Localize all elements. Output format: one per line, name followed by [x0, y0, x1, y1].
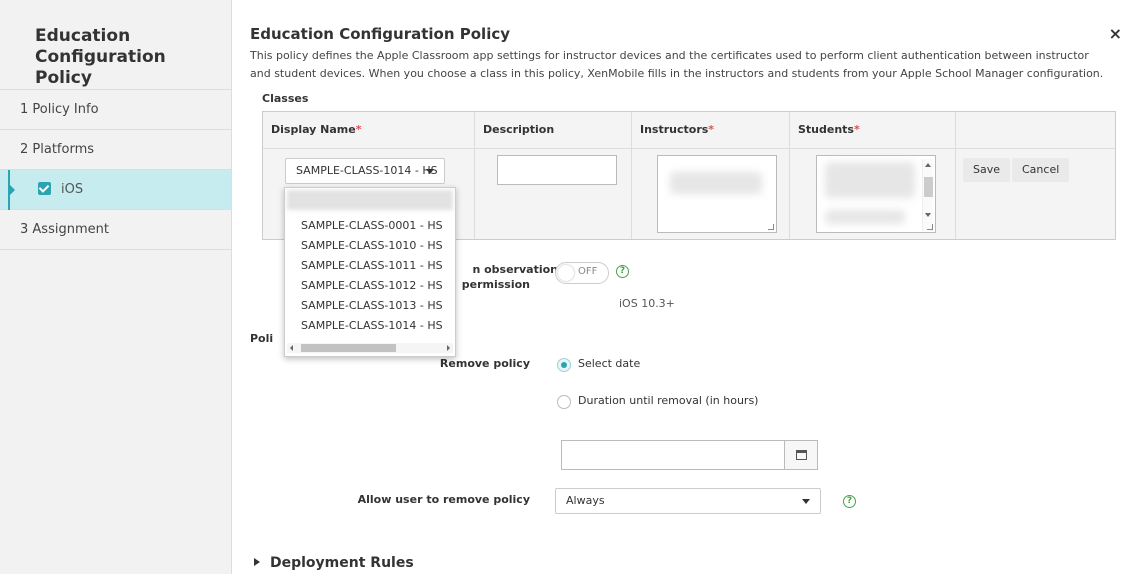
ios-version-note: iOS 10.3+ [619, 297, 675, 310]
display-name-select[interactable]: SAMPLE-CLASS-1014 - HS [285, 158, 445, 184]
sidebar-item-assignment[interactable]: 3 Assignment [0, 210, 231, 250]
sidebar-item-ios-label: iOS [61, 182, 84, 197]
save-button[interactable]: Save [963, 158, 1011, 182]
observation-label-line1: n observation [472, 263, 558, 276]
dropdown-option[interactable]: SAMPLE-CLASS-1011 - HS [301, 259, 443, 272]
column-header-display-name: Display Name* [263, 112, 475, 148]
column-header-instructors: Instructors* [632, 112, 790, 148]
calendar-icon [796, 450, 807, 460]
help-icon[interactable]: ? [616, 265, 629, 278]
radio-select-date[interactable] [557, 358, 571, 372]
close-icon[interactable]: × [1109, 24, 1122, 43]
remove-policy-label: Remove policy [439, 357, 530, 370]
sidebar-title: Education Configuration Policy [0, 0, 231, 90]
policy-section-label: Poli [250, 332, 274, 345]
date-input[interactable] [561, 440, 785, 470]
dropdown-search[interactable] [287, 190, 453, 210]
column-header-description: Description [475, 112, 632, 148]
classes-label: Classes [262, 92, 309, 105]
page-title: Education Configuration Policy [250, 25, 511, 43]
observation-toggle[interactable]: OFF [555, 262, 609, 284]
dropdown-option[interactable]: SAMPLE-CLASS-1014 - HS [301, 319, 443, 332]
class-dropdown-list[interactable]: SAMPLE-CLASS-0001 - HS SAMPLE-CLASS-1010… [284, 187, 456, 357]
dropdown-option[interactable]: SAMPLE-CLASS-0001 - HS [301, 219, 443, 232]
radio-duration[interactable] [557, 395, 571, 409]
calendar-button[interactable] [785, 440, 818, 470]
radio-select-date-label: Select date [578, 357, 641, 370]
dropdown-option[interactable]: SAMPLE-CLASS-1012 - HS [301, 279, 443, 292]
chevron-down-icon [802, 499, 810, 504]
deployment-rules-toggle[interactable]: Deployment Rules [254, 555, 414, 571]
cancel-button[interactable]: Cancel [1012, 158, 1070, 182]
help-icon[interactable]: ? [843, 495, 856, 508]
dropdown-option[interactable]: SAMPLE-CLASS-1013 - HS [301, 299, 443, 312]
students-scrollbar[interactable] [922, 159, 933, 231]
sidebar-item-ios[interactable]: iOS [0, 170, 231, 210]
dropdown-option[interactable]: SAMPLE-CLASS-1010 - HS [301, 239, 443, 252]
observation-label-line2: permission [461, 278, 530, 291]
students-field[interactable] [816, 155, 936, 233]
dropdown-hscrollbar[interactable] [287, 343, 453, 353]
sidebar: Education Configuration Policy 1 Policy … [0, 0, 232, 574]
allow-remove-label: Allow user to remove policy [357, 493, 530, 506]
checkbox-icon[interactable] [38, 182, 51, 195]
sidebar-item-policy-info[interactable]: 1 Policy Info [0, 90, 231, 130]
description-input[interactable] [497, 155, 617, 185]
policy-description: This policy defines the Apple Classroom … [250, 49, 1104, 80]
instructors-field[interactable] [657, 155, 777, 233]
radio-duration-label: Duration until removal (in hours) [578, 394, 759, 407]
caret-right-icon [254, 558, 260, 566]
sidebar-item-platforms[interactable]: 2 Platforms [0, 130, 231, 170]
column-header-students: Students* [790, 112, 956, 148]
allow-remove-select[interactable]: Always [555, 488, 821, 514]
chevron-down-icon [426, 169, 434, 174]
